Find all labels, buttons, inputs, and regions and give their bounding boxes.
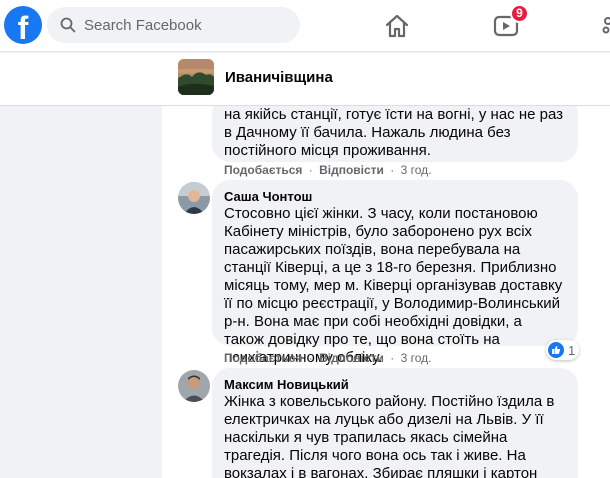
group-header: Иваничівщина <box>0 53 610 106</box>
comment-bubble: Максим Новицький Жінка з ковельського ра… <box>212 368 578 478</box>
separator: · <box>390 351 395 365</box>
avatar[interactable] <box>178 370 210 402</box>
comment-text: Жінка з ковельського району. Постійно їз… <box>224 393 555 478</box>
top-navigation-bar: f 9 <box>0 0 610 52</box>
like-reaction-icon <box>548 342 564 358</box>
reaction-summary[interactable]: 1 <box>546 340 580 360</box>
reaction-count: 1 <box>568 342 576 358</box>
comment-text: Стосовно цієї жінки. З часу, коли постан… <box>224 205 563 366</box>
comment-bubble: на якійсь станції, готує їсти на вогні, … <box>212 106 578 162</box>
comment-actions: Подобається · Відповісти · 3 год. <box>224 163 431 177</box>
group-cover-thumbnail[interactable] <box>178 59 214 95</box>
separator: · <box>390 163 395 177</box>
comment-text: на якійсь станції, готує їсти на вогні, … <box>224 106 564 159</box>
comments-panel: на якійсь станції, готує їсти на вогні, … <box>162 106 610 478</box>
search-box[interactable] <box>47 7 300 43</box>
left-background <box>0 106 162 478</box>
notification-badge: 9 <box>510 4 529 23</box>
search-icon <box>60 17 76 33</box>
group-title[interactable]: Иваничівщина <box>225 69 333 86</box>
comment-author[interactable]: Максим Новицький <box>224 376 566 393</box>
avatar[interactable] <box>178 182 210 214</box>
like-link[interactable]: Подобається <box>224 351 302 365</box>
like-link[interactable]: Подобається <box>224 163 302 177</box>
reply-link[interactable]: Відповісти <box>319 163 384 177</box>
comment-time[interactable]: 3 год. <box>401 351 432 365</box>
home-icon[interactable] <box>383 12 411 40</box>
comment-author[interactable]: Саша Чонтош <box>224 188 566 205</box>
separator: · <box>308 351 313 365</box>
group-icon[interactable] <box>600 12 610 40</box>
facebook-logo[interactable]: f <box>4 6 42 44</box>
search-input[interactable] <box>84 16 284 34</box>
comment-actions: Подобається · Відповісти · 3 год. <box>224 351 431 365</box>
reply-link[interactable]: Відповісти <box>319 351 384 365</box>
comment-time[interactable]: 3 год. <box>401 163 432 177</box>
separator: · <box>308 163 313 177</box>
comment-bubble: Саша Чонтош Стосовно цієї жінки. З часу,… <box>212 180 578 366</box>
